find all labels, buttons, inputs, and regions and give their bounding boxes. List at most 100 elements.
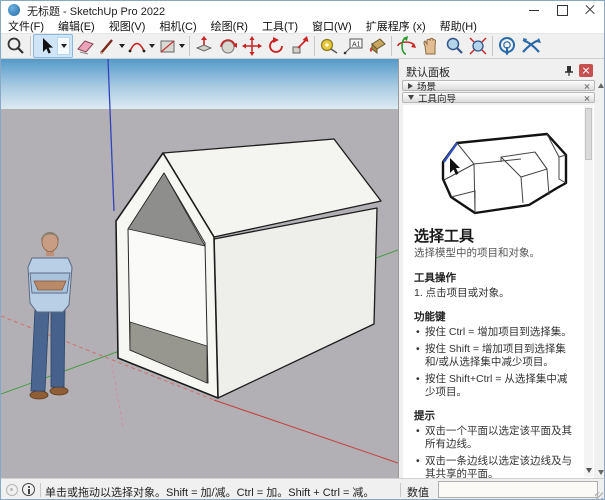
push-pull-tool-button[interactable] [192, 34, 216, 58]
scroll-down-icon[interactable] [598, 470, 604, 475]
toolbar-separator [391, 36, 392, 56]
pan-hand-icon [419, 35, 441, 57]
zoom-extents-button[interactable] [466, 34, 490, 58]
tips-list: 双击一个平面以选定该平面及其所有边线。 双击一条边线以选定该边线及与其共享的平面… [414, 425, 572, 478]
menu-view[interactable]: 视图(V) [102, 18, 153, 34]
section-close-icon[interactable] [583, 94, 591, 102]
pin-icon[interactable] [564, 65, 574, 77]
menu-edit[interactable]: 编辑(E) [51, 18, 102, 34]
instructor-text: 选择工具 选择模型中的项目和对象。 工具操作 1. 点击项目或对象。 功能键 按… [414, 225, 572, 478]
instructor-content: 选择工具 选择模型中的项目和对象。 工具操作 1. 点击项目或对象。 功能键 按… [403, 105, 594, 478]
house-right-wall [214, 208, 377, 398]
arc-dropdown[interactable] [149, 44, 155, 48]
orbit-icon [395, 35, 417, 57]
scroll-up-icon[interactable] [598, 83, 604, 88]
extension-warehouse-button[interactable] [519, 34, 543, 58]
move-tool-button[interactable] [240, 34, 264, 58]
house-model[interactable] [116, 139, 381, 398]
blue-axis [108, 59, 114, 211]
instructor-heading: 选择工具 [414, 225, 572, 246]
eraser-icon [74, 35, 96, 57]
instructor-thumbnail [417, 117, 577, 227]
tips-heading: 提示 [414, 408, 572, 423]
scale-icon [289, 35, 311, 57]
scale-figure[interactable] [28, 232, 72, 399]
menu-help[interactable]: 帮助(H) [433, 18, 484, 34]
tape-measure-tool-button[interactable] [317, 34, 341, 58]
statusbar-separator [400, 483, 401, 497]
menu-extensions[interactable]: 扩展程序 (x) [359, 18, 433, 34]
arc-icon [127, 35, 147, 57]
tip-item: 双击一条边线以选定该边线及与其共享的平面。 [414, 455, 572, 478]
arc-tool-button[interactable] [127, 35, 157, 57]
eraser-tool-button[interactable] [73, 34, 97, 58]
text-label-icon: A1 [342, 35, 364, 57]
rectangle-dropdown[interactable] [179, 44, 185, 48]
toolbar-separator [314, 36, 315, 56]
panel-close-button[interactable] [579, 64, 593, 77]
maximize-button[interactable] [548, 1, 576, 19]
orbit-tool-button[interactable] [394, 34, 418, 58]
modifier-item: 按住 Shift+Ctrl = 从选择集中减少项目。 [414, 373, 572, 399]
figure-shoe-left [30, 391, 48, 399]
model-viewport[interactable] [1, 59, 398, 478]
line-dropdown[interactable] [119, 44, 125, 48]
search-icon [5, 35, 27, 57]
info-icon[interactable] [22, 483, 35, 496]
scrollbar-thumb[interactable] [585, 108, 592, 160]
section-instructor[interactable]: 工具向导 [402, 92, 595, 103]
menu-tools[interactable]: 工具(T) [255, 18, 305, 34]
rectangle-tool-button[interactable] [157, 35, 187, 57]
paint-bucket-tool-button[interactable] [365, 34, 389, 58]
minimize-button[interactable] [520, 1, 548, 19]
warehouse-globe-icon [496, 35, 518, 57]
close-button[interactable] [576, 1, 604, 19]
menu-file[interactable]: 文件(F) [1, 18, 51, 34]
scale-tool-button[interactable] [288, 34, 312, 58]
panel-header[interactable]: 默认面板 [399, 62, 605, 79]
instructor-subtitle: 选择模型中的项目和对象。 [414, 247, 572, 260]
window-title: 无标题 - SketchUp Pro 2022 [27, 3, 165, 19]
toolbar-separator [492, 36, 493, 56]
search-button[interactable] [4, 34, 28, 58]
figure-leg-right [51, 309, 65, 387]
collapsed-arrow-icon [408, 83, 413, 89]
sketchup-window: 无标题 - SketchUp Pro 2022 文件(F) 编辑(E) 视图(V… [0, 0, 605, 500]
rectangle-icon [157, 35, 177, 57]
toolbar-separator [189, 36, 190, 56]
section-instructor-label: 工具向导 [418, 91, 456, 105]
tape-measure-icon [318, 35, 340, 57]
measurement-label: 数值 [407, 484, 429, 500]
menu-draw[interactable]: 绘图(R) [204, 18, 255, 34]
app-icon [8, 4, 20, 16]
toolbar: A1 [1, 34, 604, 59]
text-tool-button[interactable]: A1 [341, 34, 365, 58]
expanded-arrow-icon [408, 95, 414, 100]
instructor-scrollbar[interactable] [584, 106, 593, 477]
resize-grip[interactable] [595, 492, 603, 500]
select-dropdown[interactable] [57, 37, 70, 55]
red-axis [214, 400, 398, 463]
warehouse-button[interactable] [495, 34, 519, 58]
zoom-extents-icon [467, 35, 489, 57]
section-close-icon[interactable] [583, 82, 591, 90]
figure-leg-left [31, 309, 49, 391]
rotate-tool-button[interactable] [264, 34, 288, 58]
pencil-icon [97, 35, 117, 57]
scroll-down-icon[interactable] [586, 468, 592, 473]
pan-tool-button[interactable] [418, 34, 442, 58]
follow-me-tool-button[interactable] [216, 34, 240, 58]
panel-scrollbar[interactable] [596, 80, 605, 478]
line-tool-button[interactable] [97, 35, 127, 57]
menu-bar: 文件(F) 编辑(E) 视图(V) 相机(C) 绘图(R) 工具(T) 窗口(W… [1, 19, 604, 34]
zoom-tool-button[interactable] [442, 34, 466, 58]
extension-warehouse-icon [520, 35, 542, 57]
modifier-heading: 功能键 [414, 309, 572, 324]
geolocation-icon[interactable] [6, 484, 18, 496]
section-scenes[interactable]: 场景 [402, 80, 595, 91]
menu-camera[interactable]: 相机(C) [152, 18, 203, 34]
measurement-input[interactable] [438, 481, 598, 498]
menu-window[interactable]: 窗口(W) [305, 18, 359, 34]
select-tool-button[interactable] [33, 34, 73, 58]
status-bar: 单击或拖动以选择对象。Shift = 加/减。Ctrl = 加。Shift + … [1, 478, 604, 500]
